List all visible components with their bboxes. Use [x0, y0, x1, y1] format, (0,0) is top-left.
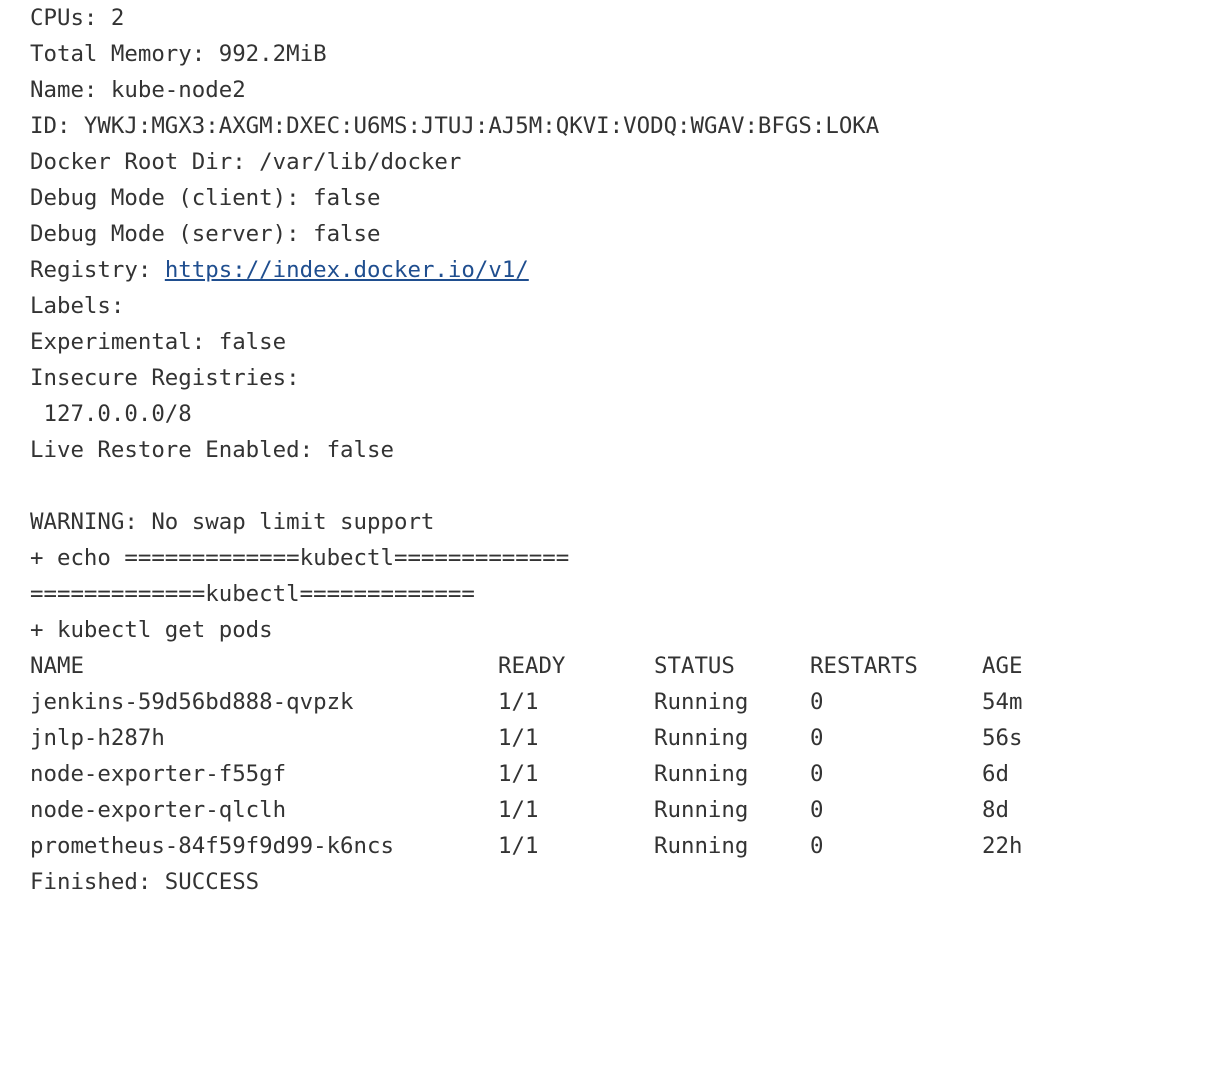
pod-age: 56s [982, 725, 1023, 751]
echo-output-line: =============kubectl============= [30, 581, 475, 607]
console-output: CPUs: 2 Total Memory: 992.2MiB Name: kub… [30, 0, 1190, 900]
echo-command-line: + echo =============kubectl============= [30, 545, 570, 571]
pods-table-row: jnlp-h287h 1/1 Running 0 56s [30, 720, 1190, 756]
cpus-line: CPUs: 2 [30, 5, 125, 31]
labels-line: Labels: [30, 293, 125, 319]
get-pods-command-line: + kubectl get pods [30, 617, 273, 643]
pods-table-header: NAME READY STATUS RESTARTS AGE [30, 648, 1190, 684]
pods-table-row: jenkins-59d56bd888-qvpzk 1/1 Running 0 5… [30, 684, 1190, 720]
pods-table-row: node-exporter-f55gf 1/1 Running 0 6d [30, 756, 1190, 792]
header-name: NAME [30, 653, 84, 679]
pod-age: 8d [982, 797, 1009, 823]
pod-restarts: 0 [810, 689, 824, 715]
header-status: STATUS [654, 653, 735, 679]
live-restore-line: Live Restore Enabled: false [30, 437, 394, 463]
finished-line: Finished: SUCCESS [30, 869, 260, 895]
pod-status: Running [654, 689, 749, 715]
insecure-registries-value: 127.0.0.0/8 [30, 401, 192, 427]
pod-status: Running [654, 725, 749, 751]
pod-restarts: 0 [810, 833, 824, 859]
registry-line: Registry: https://index.docker.io/v1/ [30, 252, 1190, 288]
header-age: AGE [982, 653, 1023, 679]
pod-status: Running [654, 761, 749, 787]
pod-restarts: 0 [810, 725, 824, 751]
insecure-registries-line: Insecure Registries: [30, 365, 300, 391]
pod-name: node-exporter-f55gf [30, 761, 287, 787]
pod-age: 22h [982, 833, 1023, 859]
pod-ready: 1/1 [498, 689, 539, 715]
pods-table-row: prometheus-84f59f9d99-k6ncs 1/1 Running … [30, 828, 1190, 864]
name-line: Name: kube-node2 [30, 77, 246, 103]
pod-name: jnlp-h287h [30, 725, 165, 751]
total-memory-line: Total Memory: 992.2MiB [30, 41, 327, 67]
header-restarts: RESTARTS [810, 653, 918, 679]
pod-status: Running [654, 833, 749, 859]
pod-restarts: 0 [810, 761, 824, 787]
pod-age: 6d [982, 761, 1009, 787]
pod-restarts: 0 [810, 797, 824, 823]
debug-server-line: Debug Mode (server): false [30, 221, 381, 247]
docker-root-dir-line: Docker Root Dir: /var/lib/docker [30, 149, 462, 175]
pod-ready: 1/1 [498, 797, 539, 823]
pod-name: prometheus-84f59f9d99-k6ncs [30, 833, 394, 859]
experimental-line: Experimental: false [30, 329, 287, 355]
warning-line: WARNING: No swap limit support [30, 509, 435, 535]
pods-table-row: node-exporter-qlclh 1/1 Running 0 8d [30, 792, 1190, 828]
pod-ready: 1/1 [498, 761, 539, 787]
registry-label: Registry: [30, 257, 165, 283]
registry-link[interactable]: https://index.docker.io/v1/ [165, 257, 529, 283]
pod-ready: 1/1 [498, 725, 539, 751]
pod-name: jenkins-59d56bd888-qvpzk [30, 689, 354, 715]
id-line: ID: YWKJ:MGX3:AXGM:DXEC:U6MS:JTUJ:AJ5M:Q… [30, 113, 880, 139]
pod-age: 54m [982, 689, 1023, 715]
debug-client-line: Debug Mode (client): false [30, 185, 381, 211]
pod-status: Running [654, 797, 749, 823]
header-ready: READY [498, 653, 566, 679]
pod-name: node-exporter-qlclh [30, 797, 287, 823]
pod-ready: 1/1 [498, 833, 539, 859]
